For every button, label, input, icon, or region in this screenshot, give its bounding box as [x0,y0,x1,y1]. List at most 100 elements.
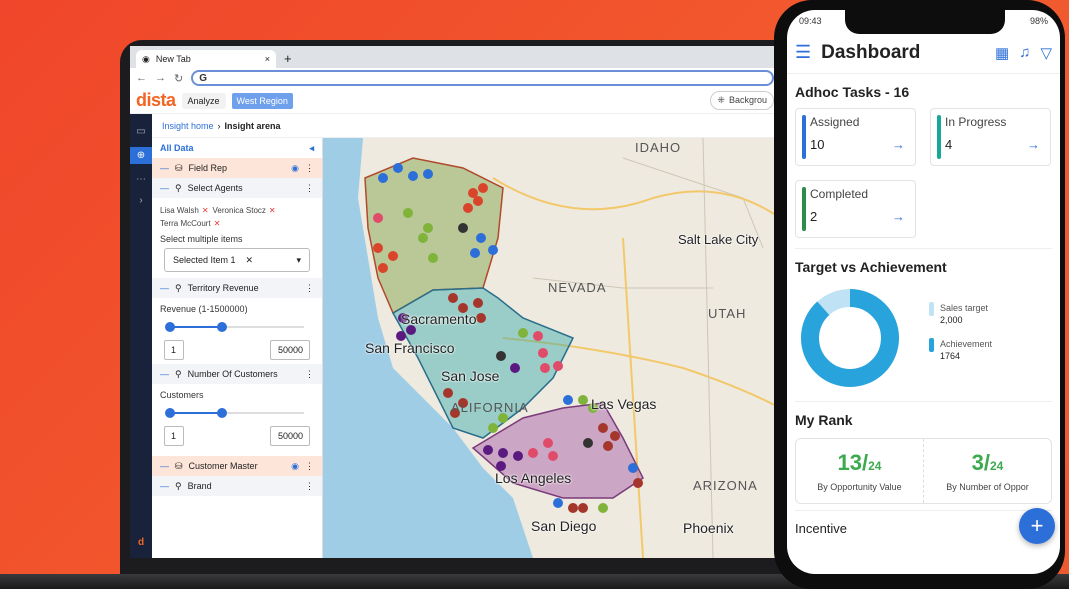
minus-icon[interactable]: — [160,369,169,379]
minus-icon[interactable]: — [160,481,169,491]
folder-icon[interactable]: ▭ [136,126,145,137]
arrow-right-icon[interactable]: → [892,137,905,152]
territory-revenue-row[interactable]: — ⚲ Territory Revenue ⋮ [152,278,322,298]
target-chart: Sales target 2,000 Achievement 1764 [787,279,1060,401]
brand-row[interactable]: — ⚲ Brand ⋮ [152,476,322,496]
revenue-slider[interactable] [164,318,310,336]
task-card-in-progress[interactable]: In Progress 4 → [930,108,1051,166]
agent-chip[interactable]: Lisa Walsh ✕ [160,206,209,215]
map-label: UTAH [708,306,747,321]
revenue-label: Revenue (1-1500000) [160,304,248,314]
task-card-completed[interactable]: Completed 2 → [795,180,916,238]
hamburger-icon[interactable]: ☰ [795,42,811,63]
status-time: 09:43 [799,16,822,26]
customer-master-row[interactable]: — ⛁ Customer Master ◉ ⋮ [152,456,322,476]
kebab-icon[interactable]: ⋮ [305,369,314,380]
close-tab-icon[interactable]: × [265,54,270,64]
map-label: ALIFORNIA [451,400,529,415]
customers-slider[interactable] [164,404,310,422]
kebab-icon[interactable]: ⋮ [305,163,314,174]
database-icon: ⛁ [175,460,183,471]
agent-chip[interactable]: Terra McCourt ✕ [160,219,220,228]
slider-min-handle[interactable] [165,322,175,332]
minus-icon[interactable]: — [160,163,169,173]
customers-max-input[interactable]: 50000 [270,426,310,446]
agent-select[interactable]: Selected Item 1 ✕ ▾ [164,248,310,272]
slider-fill [170,412,222,414]
rank-opportunity-value: 13/24 By Opportunity Value [796,439,923,503]
status-battery: 98% [1029,16,1048,26]
map-label: ARIZONA [693,478,758,493]
remove-icon[interactable]: ✕ [214,219,221,228]
insight-icon[interactable]: ⊕ [130,147,152,164]
task-card-assigned[interactable]: Assigned 10 → [795,108,916,166]
number-of-customers-row[interactable]: — ⚲ Number Of Customers ⋮ [152,364,322,384]
region-badge[interactable]: West Region [231,92,293,109]
new-tab-button[interactable]: + [284,51,292,66]
task-label: In Progress [945,115,1007,129]
city-label: Phoenix [683,520,734,536]
remove-icon[interactable]: ✕ [202,206,209,215]
expand-icon[interactable]: › [139,195,142,206]
slider-max-handle[interactable] [217,408,227,418]
browser-tab[interactable]: ◉ New Tab × [136,50,276,68]
eye-icon[interactable]: ◉ [291,461,299,472]
funnel-icon[interactable]: ▽ [1040,44,1052,62]
remove-icon[interactable]: ✕ [269,206,276,215]
calendar-icon[interactable]: ▦ [995,44,1009,62]
url-input[interactable]: G [191,70,774,86]
reload-icon[interactable]: ↻ [174,72,183,85]
back-icon[interactable]: ← [136,72,147,84]
legend-value: 2,000 [940,315,963,325]
chevron-down-icon[interactable]: ▾ [296,255,301,266]
collapse-icon[interactable]: ◂ [309,143,314,154]
browser-tab-bar: ◉ New Tab × + [130,46,780,68]
task-value: 10 [810,137,825,152]
background-button[interactable]: ⁜ Backgrou [710,91,774,110]
territory-map[interactable]: IDAHO NEVADA UTAH ARIZONA ALIFORNIA Salt… [323,138,780,558]
address-bar: ← → ↻ G [130,68,780,88]
minus-icon[interactable]: — [160,461,169,471]
clear-icon[interactable]: ✕ [246,255,254,266]
rank-caption: By Opportunity Value [817,482,902,492]
rank-total: 24 [990,459,1004,473]
agent-chip[interactable]: Veronica Stocz ✕ [213,206,276,215]
filter-icon: ⚲ [175,480,182,491]
minus-icon[interactable]: — [160,283,169,293]
legend-achievement: Achievement 1764 [929,338,992,362]
filter-icon: ⚲ [175,182,182,193]
arrow-right-icon[interactable]: → [1027,137,1040,152]
select-agents-row[interactable]: — ⚲ Select Agents ⋮ [152,178,322,198]
breadcrumb-separator: › [217,120,221,131]
kebab-icon[interactable]: ⋮ [305,481,314,492]
add-button[interactable]: + [1019,508,1055,544]
task-color-bar [937,115,941,159]
forward-icon[interactable]: → [155,72,166,84]
minus-icon[interactable]: — [160,183,169,193]
task-color-bar [802,187,806,231]
background-label: Backgrou [728,95,767,105]
bell-icon[interactable]: ♫ [1019,44,1030,61]
kebab-icon[interactable]: ⋮ [305,183,314,194]
slider-min-handle[interactable] [165,408,175,418]
city-label: San Diego [531,518,597,534]
kebab-icon[interactable]: ⋮ [305,283,314,294]
field-rep-row[interactable]: — ⛁ Field Rep ◉ ⋮ [152,158,322,178]
content-area: Insight home › Insight arena All Data ◂ … [152,114,780,558]
eye-icon[interactable]: ◉ [291,163,299,174]
more-icon[interactable]: ⋯ [136,174,146,185]
slider-max-handle[interactable] [217,322,227,332]
dista-logo: dista [136,90,176,110]
revenue-max-input[interactable]: 50000 [270,340,310,360]
kebab-icon[interactable]: ⋮ [305,461,314,472]
task-value: 2 [810,209,818,224]
breadcrumb-home[interactable]: Insight home [162,121,214,131]
city-label: Las Vegas [591,396,657,412]
customers-min-input[interactable]: 1 [164,426,184,446]
all-data-header[interactable]: All Data ◂ [152,138,322,158]
arrow-right-icon[interactable]: → [892,209,905,224]
analyze-button[interactable]: Analyze [181,92,226,109]
task-label: Assigned [810,115,860,129]
revenue-min-input[interactable]: 1 [164,340,184,360]
legend-label: Sales target [940,303,989,313]
